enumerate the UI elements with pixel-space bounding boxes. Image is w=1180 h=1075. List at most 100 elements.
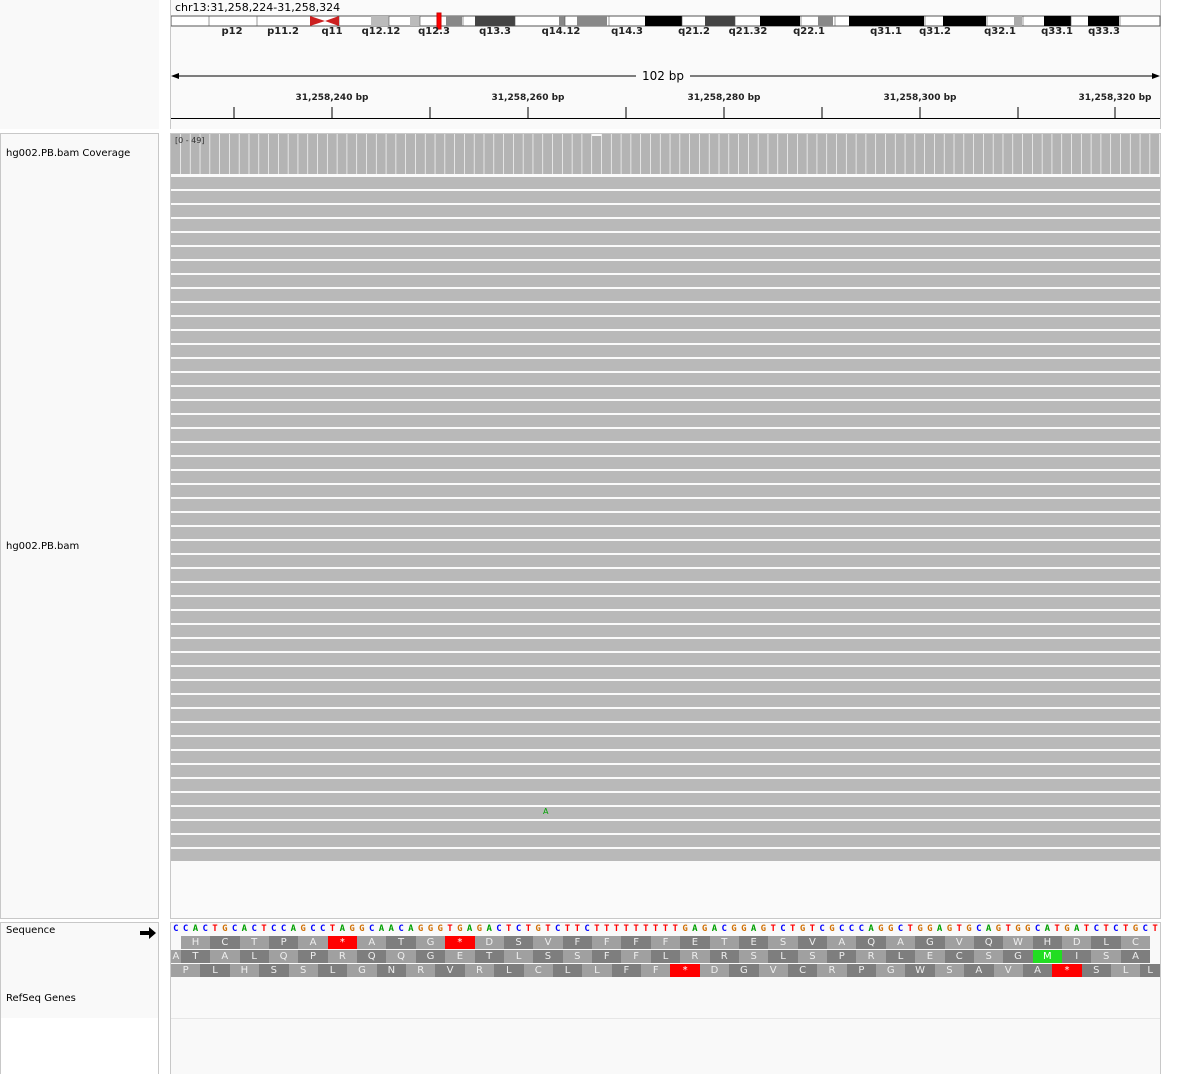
- mismatch-base: A: [543, 807, 549, 816]
- amino-acid: V: [533, 936, 563, 949]
- amino-acid: T: [709, 936, 739, 949]
- coverage-bar: [983, 134, 993, 174]
- cytoband: [475, 16, 515, 26]
- amino-acid: V: [944, 936, 974, 949]
- amino-acid: T: [386, 936, 416, 949]
- sequence-base: T: [594, 924, 600, 934]
- coverage-bar: [1140, 134, 1150, 174]
- cytoband-label: q21.32: [728, 26, 768, 37]
- read: [171, 205, 1160, 217]
- cytoband-label: q13.3: [479, 26, 511, 37]
- cytoband: [446, 16, 462, 26]
- sequence-track-name[interactable]: Sequence: [6, 925, 55, 936]
- sequence-base: C: [721, 924, 727, 934]
- sequence-base: C: [858, 924, 864, 934]
- cytoband: [645, 16, 682, 26]
- cytoband: [1044, 16, 1071, 26]
- amino-acid: A: [357, 936, 387, 949]
- strand-arrow-icon[interactable]: [140, 924, 156, 943]
- cytoband-label: q31.1: [870, 26, 902, 37]
- coverage-bar: [484, 134, 494, 174]
- sequence-base: G: [741, 924, 747, 934]
- read: [171, 569, 1160, 581]
- cytoband-label: q31.2: [919, 26, 951, 37]
- sequence-base: G: [946, 924, 953, 934]
- cytoband: [818, 16, 833, 26]
- amino-acid: S: [768, 936, 798, 949]
- read: [171, 345, 1160, 357]
- coverage-bar: [259, 134, 269, 174]
- coverage-bar: [268, 134, 279, 174]
- read: [171, 709, 1160, 721]
- amino-acid: A: [1120, 950, 1151, 963]
- alignment-track-name[interactable]: hg002.PB.bam: [6, 541, 79, 552]
- ruler-baseline: [171, 118, 1160, 119]
- coverage-bar: [445, 134, 455, 174]
- coverage-track-name[interactable]: hg002.PB.bam Coverage: [6, 148, 130, 159]
- sequence-base: C: [280, 924, 287, 934]
- ruler[interactable]: [171, 104, 1160, 119]
- read: [171, 695, 1160, 707]
- amino-acid: P: [827, 950, 857, 963]
- amino-acid: V: [435, 964, 465, 977]
- read: [171, 191, 1160, 203]
- amino-acid: A: [964, 964, 994, 977]
- amino-acid: E: [915, 950, 945, 963]
- stop-codon: *: [1052, 964, 1082, 977]
- cytoband-label: q11: [321, 26, 343, 37]
- coverage-bar: [1111, 134, 1121, 174]
- amino-acid: D: [1062, 936, 1092, 949]
- amino-acid: A: [1022, 964, 1053, 977]
- sequence-base: A: [378, 924, 385, 934]
- sequence-base: A: [290, 924, 297, 934]
- coverage-bar: [1003, 134, 1013, 174]
- coverage-bar: [1120, 134, 1130, 174]
- coverage-bar: [572, 134, 582, 174]
- sequence-base: C: [780, 924, 786, 934]
- amino-acid: S: [1091, 950, 1121, 963]
- coverage-bar: [1062, 134, 1072, 174]
- coverage-bar: [317, 134, 327, 174]
- sequence-base: T: [1152, 924, 1158, 934]
- refseq-track[interactable]: [171, 978, 1160, 1019]
- sequence-base: A: [466, 924, 473, 934]
- read: [171, 541, 1160, 553]
- coverage-bar: [406, 134, 416, 174]
- amino-acid: F: [562, 936, 593, 949]
- read: [171, 793, 1160, 805]
- sequence-base: T: [574, 924, 581, 934]
- sequence-base: G: [917, 924, 923, 934]
- amino-acid: S: [259, 964, 289, 977]
- coverage-bar: [376, 134, 386, 174]
- amino-acid: R: [464, 964, 495, 977]
- alignment-track[interactable]: [171, 175, 1160, 861]
- coverage-track[interactable]: [171, 134, 1160, 174]
- coverage-range: [0 - 49]: [175, 136, 205, 145]
- amino-acid: S: [288, 964, 318, 977]
- read: [171, 667, 1160, 679]
- amino-acid: L: [200, 964, 230, 977]
- amino-acid: L: [552, 964, 583, 977]
- amino-acid: R: [817, 964, 847, 977]
- sequence-base: A: [868, 924, 874, 934]
- cytoband: [849, 16, 924, 26]
- amino-acid: I: [1062, 950, 1092, 963]
- sequence-base: C: [496, 924, 502, 934]
- read: [171, 275, 1160, 287]
- cytoband: [559, 16, 565, 26]
- amino-acid: L: [1091, 936, 1121, 949]
- ruler-tick-label: 31,258,300 bp: [883, 93, 957, 103]
- coverage-bar: [523, 134, 533, 174]
- coverage-bar: [347, 134, 357, 174]
- coverage-bar: [680, 134, 690, 174]
- amino-acid: A: [885, 936, 916, 949]
- amino-acid: C: [944, 950, 974, 963]
- sequence-base: T: [1005, 924, 1011, 934]
- sequence-base: G: [300, 924, 306, 934]
- coverage-bar: [464, 134, 474, 174]
- amino-acid: F: [592, 950, 622, 963]
- read: [171, 387, 1160, 399]
- refseq-track-name[interactable]: RefSeq Genes: [6, 993, 76, 1004]
- read: [171, 317, 1160, 329]
- sequence-base: G: [1064, 924, 1070, 934]
